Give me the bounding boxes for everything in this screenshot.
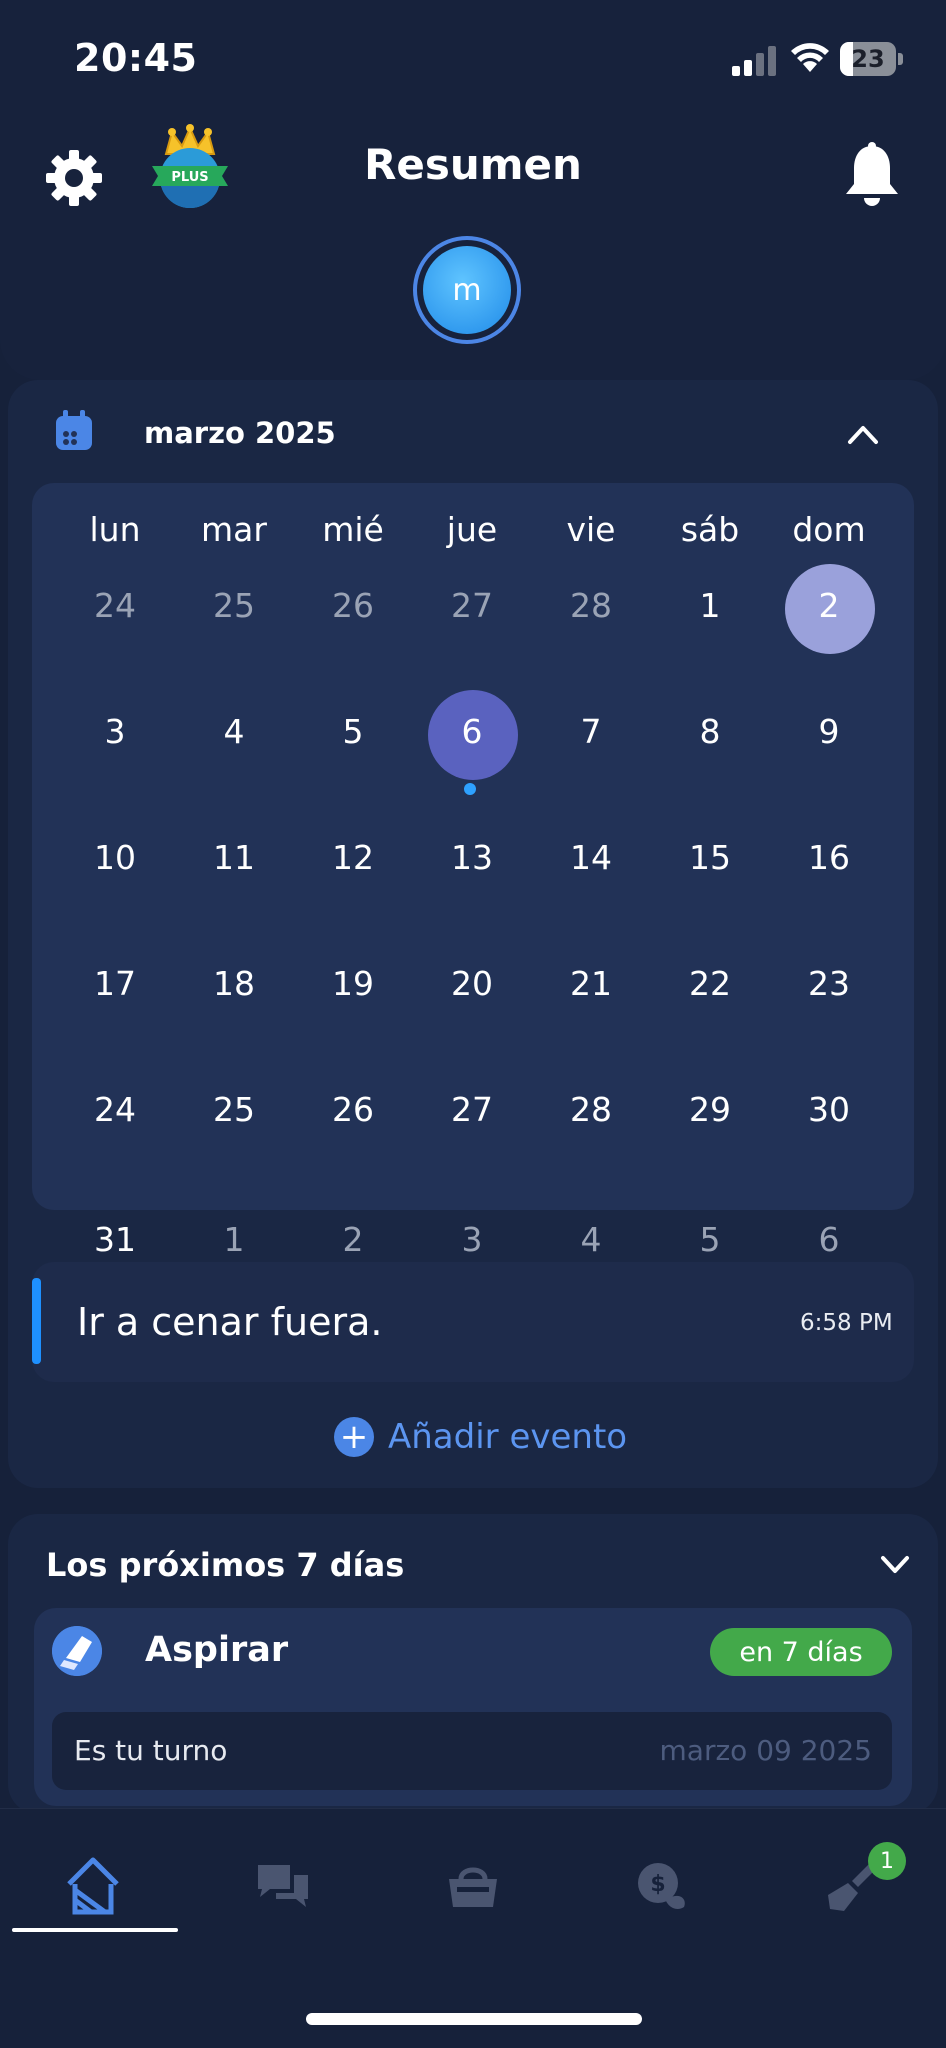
weekday-label: vie <box>566 510 616 549</box>
calendar-day[interactable]: 1 <box>184 1220 284 1259</box>
calendar-day[interactable]: 29 <box>660 1090 760 1129</box>
calendar-day[interactable]: 2 <box>779 586 879 625</box>
home-icon <box>67 1857 119 1915</box>
avatar: m <box>423 246 511 334</box>
calendar-day[interactable]: 28 <box>541 1090 641 1129</box>
calendar-day[interactable]: 15 <box>660 838 760 877</box>
calendar-day[interactable]: 31 <box>65 1220 165 1259</box>
calendar-day[interactable]: 19 <box>303 964 403 1003</box>
calendar-day[interactable]: 3 <box>422 1220 522 1259</box>
calendar-day[interactable]: 5 <box>660 1220 760 1259</box>
calendar-day[interactable]: 25 <box>184 1090 284 1129</box>
calendar-day[interactable]: 9 <box>779 712 879 751</box>
chevron-up-icon[interactable] <box>846 418 880 448</box>
calendar-day[interactable]: 6 <box>779 1220 879 1259</box>
weekday-label: jue <box>446 510 498 549</box>
next-days-title: Los próximos 7 días <box>46 1546 405 1584</box>
calendar-day[interactable]: 30 <box>779 1090 879 1129</box>
weekday-label: mié <box>322 510 384 549</box>
calendar-day[interactable]: 10 <box>65 838 165 877</box>
calendar-day[interactable]: 24 <box>65 1090 165 1129</box>
nav-chat[interactable] <box>238 1846 328 1926</box>
nav-shopping[interactable] <box>428 1846 518 1926</box>
calendar-icon <box>56 410 92 450</box>
calendar-day[interactable]: 27 <box>422 1090 522 1129</box>
signal-icon <box>732 46 776 76</box>
nav-home[interactable] <box>48 1846 138 1926</box>
calendar-day[interactable]: 8 <box>660 712 760 751</box>
calendar-day[interactable]: 5 <box>303 712 403 751</box>
calendar-day[interactable]: 17 <box>65 964 165 1003</box>
calendar-day[interactable]: 14 <box>541 838 641 877</box>
add-event-label: Añadir evento <box>388 1417 628 1457</box>
calendar-day[interactable]: 3 <box>65 712 165 751</box>
calendar-day[interactable]: 4 <box>184 712 284 751</box>
calendar-day[interactable]: 7 <box>541 712 641 751</box>
task-turn: Es tu turno <box>74 1734 228 1767</box>
calendar-day[interactable]: 16 <box>779 838 879 877</box>
chevron-down-icon[interactable] <box>880 1552 910 1578</box>
calendar-day[interactable]: 23 <box>779 964 879 1003</box>
calendar-day[interactable]: 21 <box>541 964 641 1003</box>
money-icon: $ <box>638 1863 685 1909</box>
month-label: marzo 2025 <box>144 416 336 450</box>
event-indicator-dot <box>464 783 476 795</box>
avatar-button[interactable]: m <box>413 236 521 344</box>
add-event-button[interactable]: + Añadir evento <box>334 1416 627 1458</box>
calendar-day[interactable]: 6 <box>422 712 522 751</box>
calendar-day[interactable]: 2 <box>303 1220 403 1259</box>
calendar-day[interactable]: 11 <box>184 838 284 877</box>
calendar-day[interactable]: 25 <box>184 586 284 625</box>
task-name: Aspirar <box>145 1630 289 1670</box>
weekday-label: dom <box>792 510 866 549</box>
notification-badge: 1 <box>868 1842 906 1880</box>
event-color-bar <box>32 1278 41 1364</box>
calendar-day[interactable]: 22 <box>660 964 760 1003</box>
plus-icon: + <box>334 1417 374 1457</box>
battery-level: 23 <box>851 45 885 73</box>
wifi-icon <box>791 43 829 72</box>
calendar-day[interactable]: 26 <box>303 1090 403 1129</box>
event-title: Ir a cenar fuera. <box>77 1300 383 1344</box>
event-time: 6:58 PM <box>800 1310 893 1336</box>
basket-icon <box>449 1867 497 1907</box>
vacuum-icon <box>52 1626 102 1676</box>
calendar-day[interactable]: 1 <box>660 586 760 625</box>
active-tab-indicator <box>12 1928 178 1932</box>
weekday-label: mar <box>201 510 267 549</box>
calendar-day[interactable]: 27 <box>422 586 522 625</box>
svg-text:$: $ <box>650 1872 665 1897</box>
task-date: marzo 09 2025 <box>659 1734 872 1767</box>
calendar-day[interactable]: 18 <box>184 964 284 1003</box>
bell-icon[interactable] <box>842 142 902 208</box>
calendar-day[interactable]: 4 <box>541 1220 641 1259</box>
calendar-day[interactable]: 28 <box>541 586 641 625</box>
calendar-day[interactable]: 20 <box>422 964 522 1003</box>
status-time: 20:45 <box>74 36 198 80</box>
calendar-day[interactable]: 12 <box>303 838 403 877</box>
nav-expenses[interactable]: $ <box>618 1846 708 1926</box>
calendar-day[interactable]: 13 <box>422 838 522 877</box>
home-indicator <box>306 2013 642 2025</box>
due-badge: en 7 días <box>710 1628 892 1676</box>
calendar-day[interactable]: 24 <box>65 586 165 625</box>
weekday-label: sáb <box>680 510 740 549</box>
calendar-day[interactable]: 26 <box>303 586 403 625</box>
page-title: Resumen <box>364 140 582 189</box>
chat-icon <box>258 1865 308 1907</box>
weekday-label: lun <box>89 510 141 549</box>
battery-icon: 23 <box>840 42 904 76</box>
